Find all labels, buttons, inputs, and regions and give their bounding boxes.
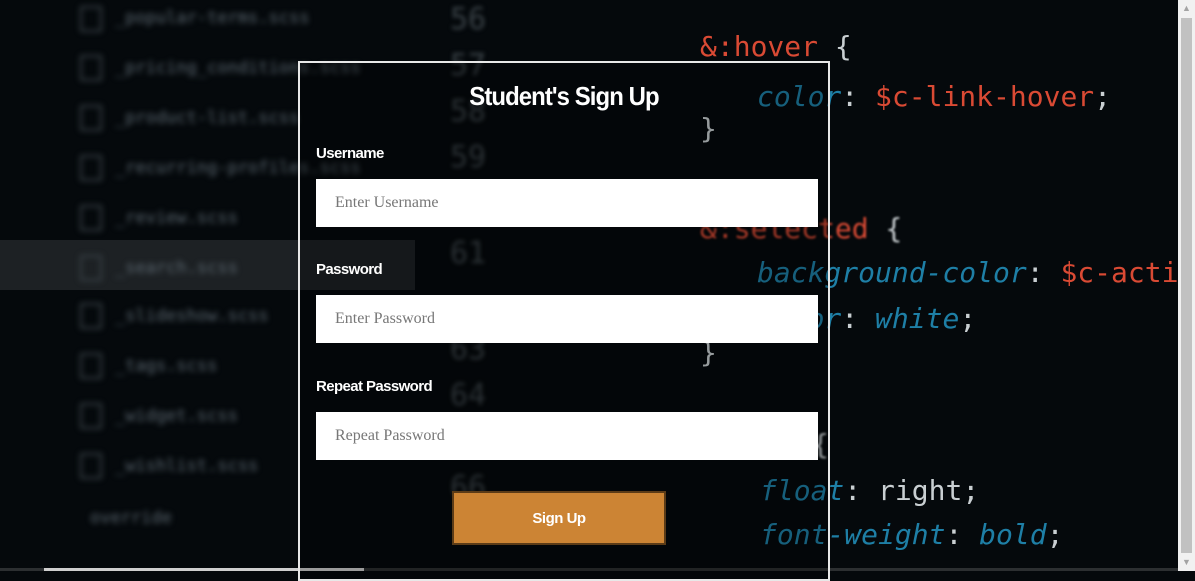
- scroll-down-arrow-icon[interactable]: ▼: [1178, 554, 1195, 571]
- background-file-name: _widget.scss: [115, 406, 238, 426]
- code-selector: &:hover: [700, 30, 819, 63]
- code-value: white: [875, 302, 960, 335]
- password-input[interactable]: [316, 295, 818, 343]
- file-icon: [80, 55, 102, 81]
- background-file-name: override: [90, 508, 172, 528]
- background-file-name: _review.scss: [115, 208, 238, 228]
- background-file-name: _tags.scss: [115, 356, 218, 376]
- file-icon: [80, 403, 102, 429]
- code-semicolon: ;: [1094, 80, 1112, 113]
- background-file-name: _popular-terms.scss: [115, 8, 310, 28]
- code-semicolon: ;: [962, 474, 980, 507]
- code-value: $c-action: [1060, 256, 1195, 289]
- file-icon: [80, 155, 102, 181]
- code-value: bold: [979, 518, 1047, 551]
- file-icon: [80, 353, 102, 379]
- vertical-scrollbar[interactable]: ▲ ▼: [1178, 0, 1195, 571]
- background-file-name: _search.scss: [115, 258, 238, 278]
- code-brace: {: [818, 30, 852, 63]
- password-label: Password: [316, 261, 383, 278]
- repeat-password-label: Repeat Password: [316, 378, 433, 395]
- background-file-name: _product-list.scss: [115, 108, 300, 128]
- code-semicolon: ;: [1046, 518, 1064, 551]
- code-colon: :: [844, 474, 879, 507]
- file-icon: [80, 205, 102, 231]
- code-line: &:hover {: [700, 30, 852, 63]
- file-icon: [80, 6, 102, 32]
- scroll-up-arrow-icon[interactable]: ▲: [1178, 0, 1195, 17]
- code-semicolon: ;: [959, 302, 977, 335]
- file-icon: [80, 453, 102, 479]
- code-brace: {: [868, 212, 903, 245]
- scrollbar-thumb[interactable]: [1181, 18, 1192, 553]
- background-file-name: _slideshow.scss: [115, 306, 269, 326]
- background-file-name: _wishlist.scss: [115, 456, 259, 476]
- code-colon: :: [841, 302, 876, 335]
- code-colon: :: [1026, 256, 1061, 289]
- code-colon: :: [841, 80, 876, 113]
- signup-form: Student's Sign Up Username Password Repe…: [298, 61, 830, 581]
- line-number: 56: [450, 2, 487, 37]
- form-title: Student's Sign Up: [469, 81, 659, 111]
- code-colon: :: [945, 518, 980, 551]
- code-value: right: [878, 474, 963, 507]
- sign-up-button[interactable]: Sign Up: [452, 491, 666, 545]
- username-input[interactable]: [316, 179, 818, 227]
- file-icon: [80, 255, 102, 281]
- repeat-password-input[interactable]: [316, 412, 818, 460]
- username-label: Username: [316, 145, 384, 162]
- code-value: $c-link-hover: [875, 80, 1095, 113]
- file-icon: [80, 303, 102, 329]
- file-icon: [80, 105, 102, 131]
